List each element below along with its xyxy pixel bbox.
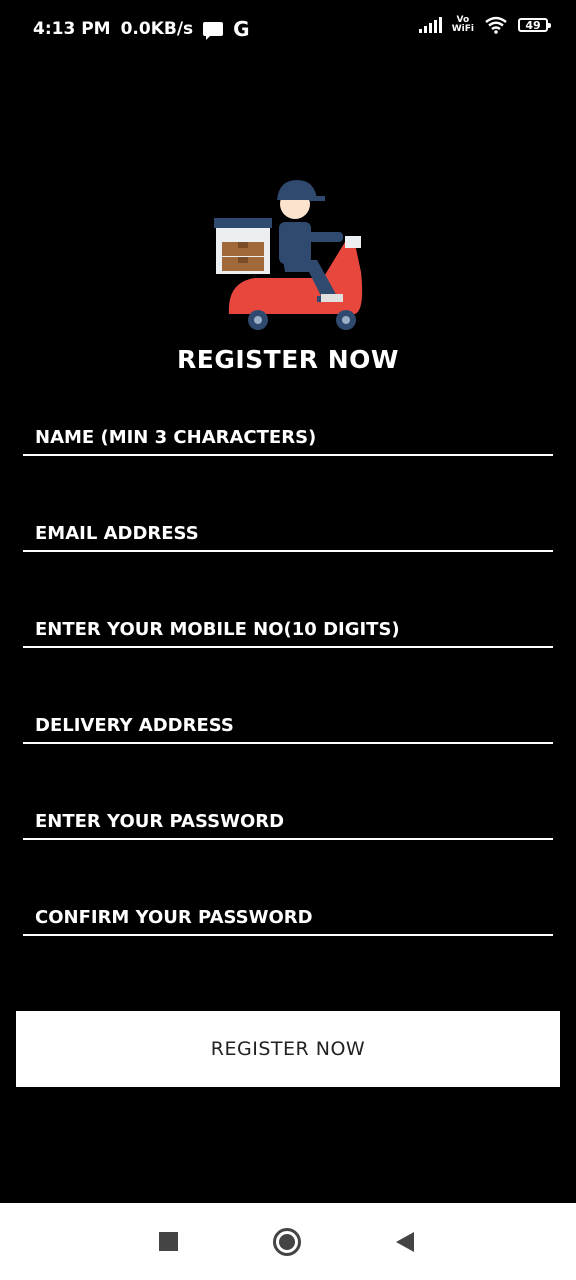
email-field (23, 502, 553, 552)
address-field (23, 694, 553, 744)
network-speed: 0.0KB/s (120, 19, 194, 39)
status-time: 4:13 PM (33, 19, 111, 39)
delivery-scooter-icon (214, 180, 363, 330)
password-input[interactable] (35, 811, 535, 832)
google-icon: G (233, 17, 250, 41)
vowifi-icon: Vo WiFi (452, 16, 474, 34)
status-left: 4:13 PM 0.0KB/s G (33, 17, 250, 41)
confirm-password-input[interactable] (35, 907, 535, 928)
navigation-bar (0, 1203, 576, 1280)
page-title: REGISTER NOW (177, 345, 399, 374)
battery-icon: 49 (518, 18, 551, 32)
address-input[interactable] (35, 715, 535, 736)
battery-level: 49 (525, 18, 541, 32)
email-input[interactable] (35, 523, 535, 544)
mobile-input[interactable] (35, 619, 535, 640)
home-button[interactable] (273, 1228, 301, 1256)
name-input[interactable] (35, 427, 535, 448)
mobile-field (23, 598, 553, 648)
status-right: Vo WiFi 49 (418, 16, 551, 34)
signal-icon (418, 17, 442, 33)
name-field (23, 406, 553, 456)
status-bar: 4:13 PM 0.0KB/s G Vo WiFi 49 (0, 0, 576, 56)
back-button[interactable] (396, 1232, 414, 1252)
message-icon (203, 22, 224, 40)
register-button[interactable]: REGISTER NOW (16, 1011, 560, 1087)
vowifi-bottom: WiFi (451, 24, 474, 34)
wifi-icon (485, 16, 507, 34)
recents-button[interactable] (159, 1232, 178, 1251)
confirm-password-field (23, 886, 553, 936)
password-field (23, 790, 553, 840)
